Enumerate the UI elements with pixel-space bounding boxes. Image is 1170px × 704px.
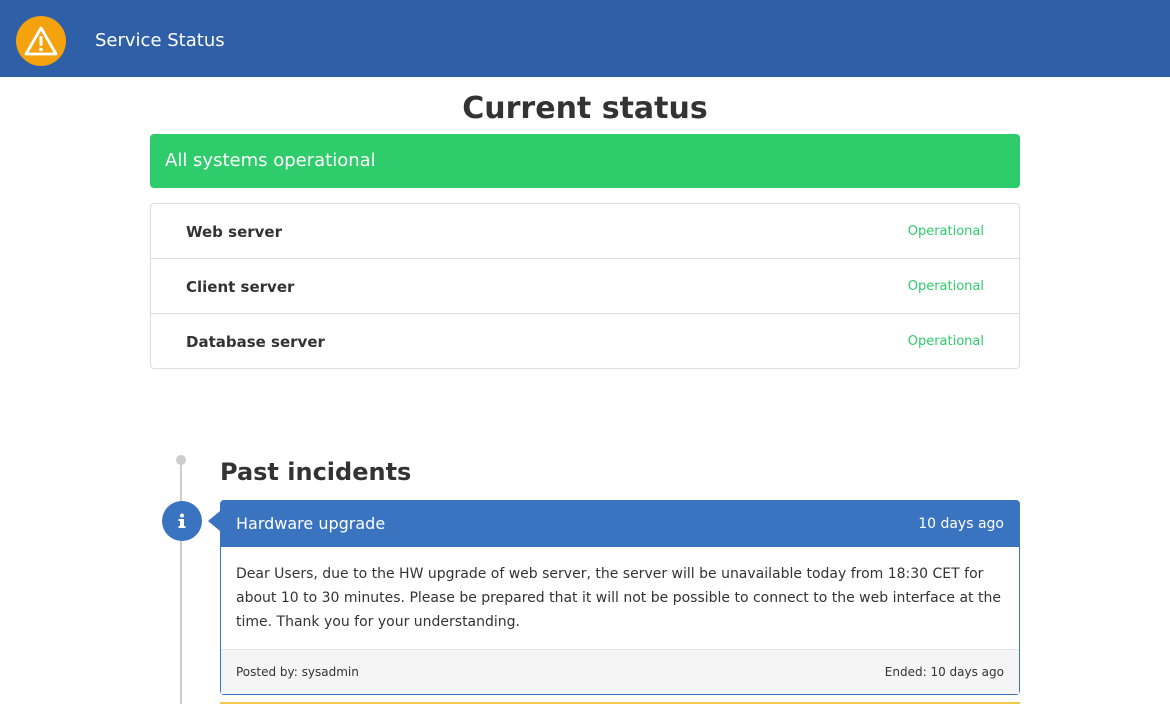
- brand-title[interactable]: Service Status: [95, 30, 225, 52]
- timeline-start-dot: [176, 455, 186, 465]
- incident-posted-by: Posted by: sysadmin: [236, 665, 359, 679]
- incident-title: Hardware upgrade: [236, 514, 386, 533]
- component-name: Web server: [186, 223, 282, 241]
- component-name: Database server: [186, 333, 325, 351]
- page-title: Current status: [462, 91, 708, 126]
- components-list: Web server Operational Client server Ope…: [150, 203, 1020, 369]
- incident-badge: [162, 501, 202, 541]
- incident-pointer: [208, 511, 220, 531]
- component-row: Database server Operational: [151, 314, 1019, 369]
- component-status: Operational: [907, 334, 984, 349]
- component-status: Operational: [907, 224, 984, 239]
- incident-ended: Ended: 10 days ago: [884, 665, 1004, 679]
- logo[interactable]: [16, 16, 66, 66]
- incident-body: Dear Users, due to the HW upgrade of web…: [236, 566, 1001, 630]
- top-navbar: Service Status: [0, 0, 1170, 77]
- incident-footer: Posted by: sysadmin Ended: 10 days ago: [221, 649, 1019, 694]
- component-row: Client server Operational: [151, 259, 1019, 314]
- incident-card: Hardware upgrade 10 days ago Dear Users,…: [220, 500, 1020, 695]
- incident-time: 10 days ago: [918, 516, 1004, 532]
- past-incidents-title: Past incidents: [220, 458, 412, 486]
- component-row: Web server Operational: [151, 204, 1019, 259]
- incident-header: Hardware upgrade 10 days ago: [221, 501, 1019, 547]
- info-icon: [178, 513, 186, 528]
- warning-icon: [24, 26, 58, 56]
- overall-status-banner: All systems operational: [150, 134, 1020, 188]
- component-name: Client server: [186, 278, 295, 296]
- component-status: Operational: [907, 279, 984, 294]
- timeline-line: [180, 460, 182, 704]
